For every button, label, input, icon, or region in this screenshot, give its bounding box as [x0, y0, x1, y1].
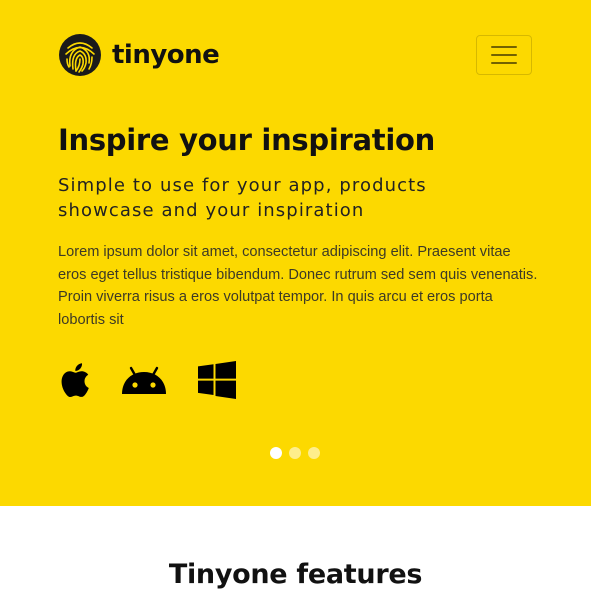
hero-subtitle: Simple to use for your app, products sho… — [58, 175, 427, 221]
carousel-indicators — [270, 447, 320, 459]
navbar-toggle-button[interactable] — [476, 35, 532, 75]
apple-icon[interactable] — [58, 361, 90, 399]
hamburger-menu-icon-bar — [491, 62, 517, 64]
android-icon[interactable] — [120, 365, 168, 395]
brand-link[interactable]: tinyone — [58, 33, 220, 77]
platform-icons — [58, 358, 266, 402]
features-section-title: Tinyone features — [168, 559, 423, 590]
brand-name: tinyone — [112, 40, 220, 70]
carousel-indicator-3[interactable] — [308, 447, 320, 459]
carousel-indicator-1[interactable] — [270, 447, 282, 459]
carousel-indicator-2[interactable] — [289, 447, 301, 459]
hero-section: tinyone Inspire your inspiration Simple … — [0, 0, 591, 506]
windows-icon[interactable] — [198, 361, 236, 399]
hero-title: Inspire your inspiration — [58, 123, 435, 157]
hamburger-menu-icon — [491, 46, 517, 48]
fingerprint-icon — [59, 34, 101, 76]
hero-body-text: Lorem ipsum dolor sit amet, consectetur … — [58, 244, 538, 328]
hamburger-menu-icon-bar — [491, 54, 517, 56]
